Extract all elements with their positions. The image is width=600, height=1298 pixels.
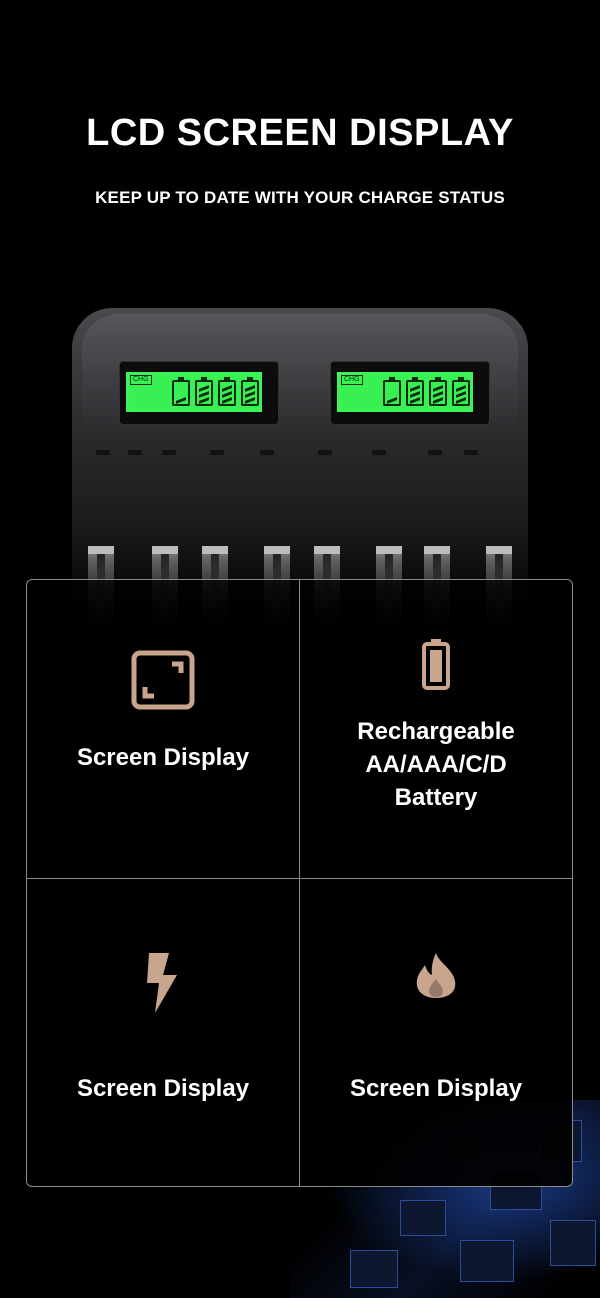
- lightning-icon: [147, 953, 177, 1013]
- feature-cell: Screen Display: [27, 580, 299, 878]
- lcd-display-left: CHG: [119, 361, 279, 425]
- lcd-chg-label: CHG: [130, 375, 152, 385]
- page-title: LCD SCREEN DISPLAY: [86, 112, 514, 154]
- lcd-battery-icon: [383, 377, 401, 406]
- feature-cell: Screen Display: [300, 879, 572, 1177]
- lcd-chg-label: CHG: [341, 375, 363, 385]
- charger-slot-row: [72, 446, 528, 462]
- feature-label-line: AA/AAA/C/D: [365, 751, 507, 778]
- lcd-battery-icon: [452, 377, 470, 406]
- feature-label: Screen Display: [349, 1075, 523, 1102]
- lcd-battery-icon: [172, 377, 190, 406]
- feature-cell: Screen Display: [27, 879, 299, 1177]
- lcd-battery-icon: [241, 377, 259, 406]
- lcd-battery-icon: [406, 377, 424, 406]
- screen-frame-icon: [131, 650, 195, 710]
- battery-charger-image: CHG CHG: [72, 308, 528, 626]
- battery-icon: [422, 639, 450, 690]
- features-grid: Screen Display Rechargeable AA/AAA/C/D B…: [26, 579, 573, 1187]
- flame-icon: [416, 953, 456, 998]
- lcd-battery-icon: [429, 377, 447, 406]
- lcd-battery-icon: [218, 377, 236, 406]
- page-subtitle: KEEP UP TO DATE WITH YOUR CHARGE STATUS: [95, 188, 505, 207]
- feature-label: Screen Display: [76, 1075, 250, 1102]
- product-feature-page: LCD SCREEN DISPLAY KEEP UP TO DATE WITH …: [0, 0, 600, 1298]
- feature-label-line: Battery: [394, 784, 478, 811]
- lcd-battery-icon: [195, 377, 213, 406]
- lcd-display-right: CHG: [330, 361, 490, 425]
- feature-cell: Rechargeable AA/AAA/C/D Battery: [300, 580, 572, 878]
- feature-label-line: Rechargeable: [357, 718, 515, 745]
- feature-label: Screen Display: [76, 744, 250, 771]
